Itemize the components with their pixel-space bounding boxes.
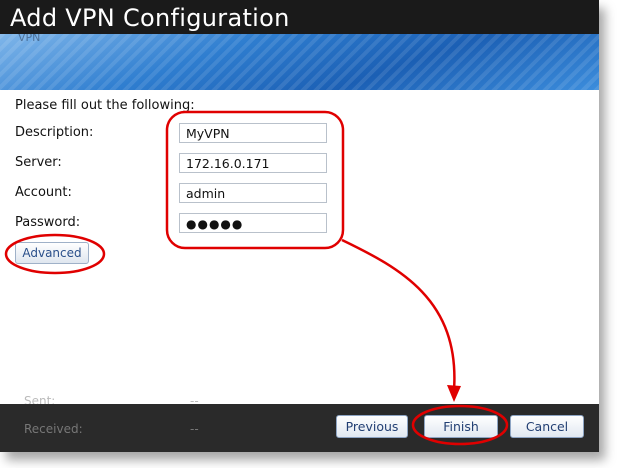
server-field[interactable]: 172.16.0.171 [179,153,327,173]
dialog-title: Add VPN Configuration [10,4,290,32]
advanced-button[interactable]: Advanced [15,242,89,264]
finish-button[interactable]: Finish [424,415,498,438]
banner-pattern [0,34,599,90]
ghost-received-value: -- [190,422,199,436]
description-label: Description: [15,125,94,140]
server-label: Server: [15,155,62,170]
title-bar: Add VPN Configuration [0,0,599,34]
account-label: Account: [15,185,72,200]
dialog-footer: Received: -- Previous Finish Cancel [0,404,599,452]
previous-button[interactable]: Previous [336,415,408,438]
add-vpn-dialog: Add VPN Configuration VPN Please fill ou… [0,0,599,452]
banner-ghost-text: VPN [18,34,41,44]
ghost-received-label: Received: [24,422,83,436]
cancel-button[interactable]: Cancel [510,415,584,438]
form-area: Please fill out the following: Descripti… [0,90,599,408]
header-banner: VPN [0,34,599,90]
account-field[interactable]: admin [179,183,327,203]
password-field[interactable]: ●●●●● [179,213,327,233]
description-field[interactable]: MyVPN [179,123,327,143]
password-label: Password: [15,215,81,230]
form-prompt: Please fill out the following: [15,98,195,113]
